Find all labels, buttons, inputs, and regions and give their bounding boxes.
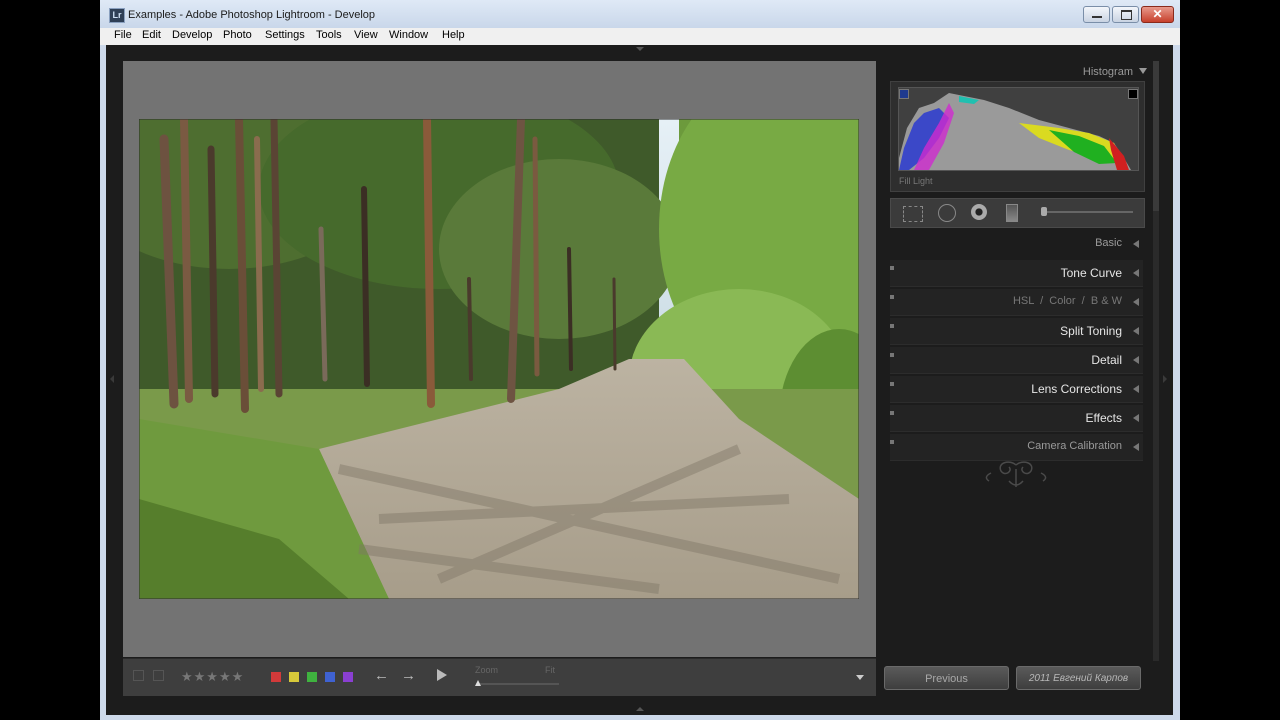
histogram-info-label: Fill Light	[899, 176, 933, 186]
maximize-button[interactable]	[1112, 6, 1139, 23]
menu-window[interactable]: Window	[389, 29, 428, 41]
section-split-toning-expand-icon	[1133, 327, 1139, 335]
tool-strip	[890, 198, 1145, 228]
left-panel-toggle-icon[interactable]	[110, 375, 114, 383]
effects-toggle-icon[interactable]	[890, 411, 894, 415]
forest-road-image	[139, 119, 859, 599]
section-tone-curve-label: Tone Curve	[1060, 266, 1122, 280]
section-split-toning-label: Split Toning	[1060, 324, 1122, 338]
histogram-collapse-icon[interactable]	[1139, 68, 1147, 74]
menu-file[interactable]: File	[114, 29, 132, 41]
detail-toggle-icon[interactable]	[890, 353, 894, 357]
menu-settings[interactable]: Settings	[265, 29, 305, 41]
crop-overlay-icon[interactable]	[903, 206, 923, 222]
section-hsl-expand-icon	[1133, 298, 1139, 306]
histogram-graph[interactable]	[898, 87, 1139, 171]
section-lens-corrections-expand-icon	[1133, 385, 1139, 393]
adjustment-brush-slider-thumb[interactable]	[1041, 207, 1047, 216]
toolbar-menu-chevron-down-icon[interactable]	[856, 675, 864, 680]
section-detail-label: Detail	[1091, 353, 1122, 367]
lightroom-workspace: ★★★★★ ← → Zoom Fit Histogram Fill Light …	[106, 45, 1173, 715]
menu-view[interactable]: View	[354, 29, 378, 41]
adjustment-brush-slider-track[interactable]	[1041, 211, 1133, 213]
shadow-clipping-toggle[interactable]	[899, 89, 909, 99]
section-basic[interactable]: Basic	[890, 231, 1143, 257]
right-panel: Histogram Fill Light Basic Tone Curve HS…	[884, 61, 1151, 661]
color-label-blue[interactable]	[325, 672, 335, 682]
color-label-red[interactable]	[271, 672, 281, 682]
color-label-purple[interactable]	[343, 672, 353, 682]
right-panel-scrollbar[interactable]	[1153, 61, 1159, 661]
section-tone-curve-expand-icon	[1133, 269, 1139, 277]
section-camera-calibration[interactable]: Camera Calibration	[890, 434, 1143, 461]
color-label-yellow[interactable]	[289, 672, 299, 682]
hsl-toggle-icon[interactable]	[890, 295, 894, 299]
section-hsl-label: HSL / Color / B & W	[1012, 295, 1122, 307]
histogram-title[interactable]: Histogram	[1083, 66, 1133, 78]
photo-preview[interactable]	[139, 119, 859, 599]
window-title: Examples - Adobe Photoshop Lightroom - D…	[128, 9, 376, 21]
section-detail-expand-icon	[1133, 356, 1139, 364]
close-icon: ✕	[1152, 7, 1163, 21]
section-lens-corrections[interactable]: Lens Corrections	[890, 376, 1143, 403]
lightroom-icon: Lr	[109, 8, 125, 23]
menu-photo[interactable]: Photo	[223, 29, 252, 41]
zoom-slider-thumb[interactable]	[475, 680, 481, 686]
reset-button[interactable]: 2011 Евгений Карпов	[1016, 666, 1141, 690]
menu-develop[interactable]: Develop	[172, 29, 212, 41]
title-bar[interactable]: Lr Examples - Adobe Photoshop Lightroom …	[100, 0, 1180, 28]
section-basic-expand-icon	[1133, 240, 1139, 248]
section-split-toning[interactable]: Split Toning	[890, 318, 1143, 345]
section-basic-label: Basic	[1095, 237, 1122, 249]
application-window: Lr Examples - Adobe Photoshop Lightroom …	[100, 0, 1180, 720]
minimize-button[interactable]	[1083, 6, 1110, 23]
red-eye-correction-icon[interactable]	[971, 204, 987, 220]
bottom-toolbar: ★★★★★ ← → Zoom Fit	[123, 658, 876, 696]
section-effects-expand-icon	[1133, 414, 1139, 422]
section-camera-calibration-label: Camera Calibration	[1027, 440, 1122, 452]
next-photo-icon[interactable]: →	[401, 667, 416, 684]
zoom-value: Fit	[545, 665, 555, 675]
menu-tools[interactable]: Tools	[316, 29, 342, 41]
camera-calibration-toggle-icon[interactable]	[890, 440, 894, 444]
tone-curve-toggle-icon[interactable]	[890, 266, 894, 270]
before-after-icon[interactable]	[133, 670, 144, 681]
spot-removal-icon[interactable]	[938, 204, 956, 222]
lens-corrections-toggle-icon[interactable]	[890, 382, 894, 386]
panel-end-ornament-icon	[979, 459, 1053, 493]
close-button[interactable]: ✕	[1141, 6, 1174, 23]
right-panel-toggle-icon[interactable]	[1163, 375, 1167, 383]
histogram-chart	[899, 93, 1131, 170]
menu-bar: File Edit Develop Photo Settings Tools V…	[100, 28, 1180, 45]
zoom-slider-track[interactable]	[476, 683, 559, 685]
histogram-panel: Fill Light	[890, 81, 1145, 192]
split-toning-toggle-icon[interactable]	[890, 324, 894, 328]
section-hsl-color-bw[interactable]: HSL / Color / B & W	[890, 289, 1143, 316]
section-effects[interactable]: Effects	[890, 405, 1143, 432]
view-mode-icon[interactable]	[153, 670, 164, 681]
section-camera-calibration-expand-icon	[1133, 443, 1139, 451]
graduated-filter-icon[interactable]	[1006, 204, 1018, 222]
section-detail[interactable]: Detail	[890, 347, 1143, 374]
maximize-icon	[1121, 10, 1132, 20]
highlight-clipping-toggle[interactable]	[1128, 89, 1138, 99]
color-label-green[interactable]	[307, 672, 317, 682]
zoom-label: Zoom	[475, 665, 499, 675]
menu-help[interactable]: Help	[442, 29, 465, 41]
previous-button[interactable]: Previous	[884, 666, 1009, 690]
minimize-icon	[1092, 16, 1102, 18]
menu-edit[interactable]: Edit	[142, 29, 161, 41]
section-tone-curve[interactable]: Tone Curve	[890, 260, 1143, 287]
section-lens-corrections-label: Lens Corrections	[1031, 382, 1122, 396]
slideshow-play-icon[interactable]	[437, 669, 447, 681]
top-panel-toggle-icon[interactable]	[636, 47, 644, 51]
star-rating[interactable]: ★★★★★	[181, 669, 244, 685]
section-effects-label: Effects	[1085, 411, 1122, 425]
scrollbar-thumb[interactable]	[1153, 61, 1159, 211]
bottom-panel-toggle-icon[interactable]	[636, 707, 644, 711]
image-canvas[interactable]	[123, 61, 876, 657]
previous-photo-icon[interactable]: ←	[374, 667, 389, 684]
